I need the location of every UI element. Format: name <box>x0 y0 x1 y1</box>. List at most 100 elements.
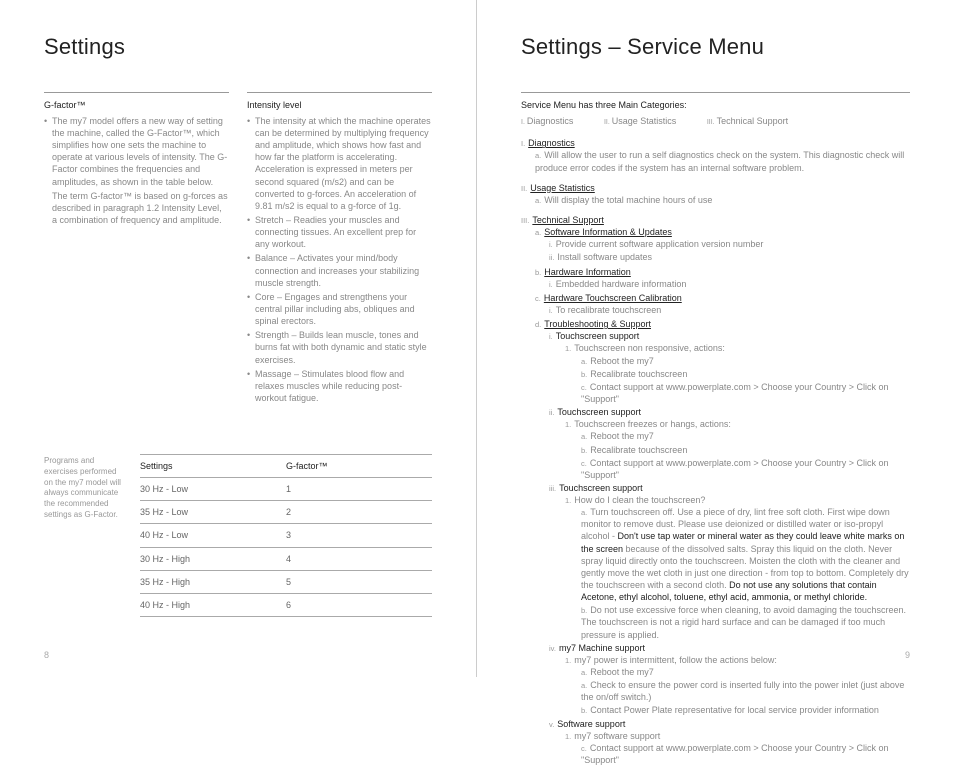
text: How do I clean the touchscreen? <box>574 495 705 505</box>
page-left: Settings G-factor™ The my7 model offers … <box>0 0 477 677</box>
sub-item: b.Hardware Information i.Embedded hardwa… <box>535 266 910 290</box>
cat-label: Diagnostics <box>527 116 574 126</box>
sub-item: ii.Install software updates <box>549 251 910 263</box>
sub-item: a.Turn touchscreen off. Use a piece of d… <box>581 506 910 603</box>
sub-item: d.Troubleshooting & Support i.Touchscree… <box>535 318 910 766</box>
text: Touchscreen support <box>557 407 641 417</box>
divider <box>521 92 910 93</box>
sub-item: b.Do not use excessive force when cleani… <box>581 604 910 640</box>
text: Embedded hardware information <box>556 279 687 289</box>
intensity-bullet: Strength – Builds lean muscle, tones and… <box>247 329 432 365</box>
sub-item: 1.Touchscreen non responsive, actions: a… <box>565 342 910 405</box>
text: Check to ensure the power cord is insert… <box>581 680 904 702</box>
cell: 4 <box>286 553 432 565</box>
categories-inline: I.Diagnostics II.Usage Statistics III.Te… <box>521 115 910 127</box>
cell: 1 <box>286 483 432 495</box>
sub-item: iii.Touchscreen support 1.How do I clean… <box>549 482 910 641</box>
outline-item: II.Usage Statistics a.Will display the t… <box>521 182 910 206</box>
text: Will display the total machine hours of … <box>544 195 712 205</box>
intensity-bullet: Core – Engages and strengthens your cent… <box>247 291 432 327</box>
gfactor-column: G-factor™ The my7 model offers a new way… <box>44 92 229 406</box>
sidenote: Programs and exercises performed on the … <box>44 454 124 617</box>
outline-label: Technical Support <box>532 215 604 225</box>
page-title: Settings – Service Menu <box>521 32 910 62</box>
text: Contact support at www.powerplate.com > … <box>581 458 889 480</box>
gfactor-heading: G-factor™ <box>44 99 229 111</box>
sub-item: c.Contact support at www.powerplate.com … <box>581 457 910 481</box>
sub-item: 1.Touchscreen freezes or hangs, actions:… <box>565 418 910 481</box>
text: Contact support at www.powerplate.com > … <box>581 382 889 404</box>
page-number: 9 <box>905 649 910 661</box>
cell: 30 Hz - High <box>140 553 286 565</box>
sub-item: v.Software support 1.my7 software suppor… <box>549 718 910 767</box>
sub-item: a.Check to ensure the power cord is inse… <box>581 679 910 703</box>
table-row: 30 Hz - Low1 <box>140 478 432 501</box>
text: Contact Power Plate representative for l… <box>590 705 879 715</box>
intensity-bullet: Stretch – Readies your muscles and conne… <box>247 214 432 250</box>
text: Will allow the user to run a self diagno… <box>535 150 904 172</box>
intensity-bullet: The intensity at which the machine opera… <box>247 115 432 212</box>
intensity-bullet: Massage – Stimulates blood flow and rela… <box>247 368 432 404</box>
cell: 40 Hz - Low <box>140 529 286 541</box>
page-right: Settings – Service Menu Service Menu has… <box>477 0 954 677</box>
text: Do not use excessive force when cleaning… <box>581 605 906 639</box>
gfactor-table-block: Programs and exercises performed on the … <box>44 454 432 617</box>
sub-item: i.Touchscreen support 1.Touchscreen non … <box>549 330 910 405</box>
table-row: 35 Hz - Low2 <box>140 501 432 524</box>
sub-item: a.Reboot the my7 <box>581 666 910 678</box>
cat-label: Technical Support <box>717 116 789 126</box>
table-header-row: Settings G-factor™ <box>140 454 432 478</box>
text: Provide current software application ver… <box>556 239 764 249</box>
sub-item: ii.Touchscreen support 1.Touchscreen fre… <box>549 406 910 481</box>
table-row: 40 Hz - Low3 <box>140 524 432 547</box>
gfactor-bullet: The my7 model offers a new way of settin… <box>44 115 229 226</box>
text: Reboot the my7 <box>590 667 654 677</box>
text: Contact support at www.powerplate.com > … <box>581 743 889 765</box>
sub-item: a.Reboot the my7 <box>581 430 910 442</box>
text: my7 power is intermittent, follow the ac… <box>574 655 777 665</box>
divider <box>44 92 229 93</box>
gfactor-bullets: The my7 model offers a new way of settin… <box>44 115 229 226</box>
sub-item: b.Contact Power Plate representative for… <box>581 704 910 716</box>
intensity-bullet: Balance – Activates your mind/body conne… <box>247 252 432 288</box>
text: Touchscreen non responsive, actions: <box>574 343 725 353</box>
cell: 35 Hz - High <box>140 576 286 588</box>
sub-item: c.Contact support at www.powerplate.com … <box>581 742 910 766</box>
intro-line: Service Menu has three Main Categories: <box>521 99 910 111</box>
text: Reboot the my7 <box>590 356 654 366</box>
bullet-text: The term G-factor™ is based on g-forces … <box>52 190 229 226</box>
sub-item: i.Embedded hardware information <box>549 278 910 290</box>
page-number: 8 <box>44 649 49 661</box>
text: To recalibrate touchscreen <box>556 305 662 315</box>
page-title: Settings <box>44 32 432 62</box>
outline: I.Diagnostics a.Will allow the user to r… <box>521 137 910 774</box>
sub-item: 1.my7 power is intermittent, follow the … <box>565 654 910 717</box>
text: Install software updates <box>557 252 652 262</box>
sub-item: b.Recalibrate touchscreen <box>581 368 910 380</box>
text: Software Information & Updates <box>544 227 672 237</box>
text: Hardware Information <box>544 267 631 277</box>
sub-item: iv.my7 Machine support 1.my7 power is in… <box>549 642 910 717</box>
sub-item: 1.my7 software support c.Contact support… <box>565 730 910 766</box>
text: Recalibrate touchscreen <box>590 369 687 379</box>
sub-item: a.Will allow the user to run a self diag… <box>535 149 910 173</box>
intensity-bullets: The intensity at which the machine opera… <box>247 115 432 404</box>
sub-item: c.Hardware Touchscreen Calibration i.To … <box>535 292 910 316</box>
cell: 5 <box>286 576 432 588</box>
text: Hardware Touchscreen Calibration <box>544 293 682 303</box>
text: my7 software support <box>574 731 660 741</box>
intensity-heading: Intensity level <box>247 99 432 111</box>
table-row: 30 Hz - High4 <box>140 548 432 571</box>
sub-item: i.To recalibrate touchscreen <box>549 304 910 316</box>
outline-item: III.Technical Support a.Software Informa… <box>521 214 910 766</box>
gfactor-table: Settings G-factor™ 30 Hz - Low1 35 Hz - … <box>140 454 432 617</box>
sub-item: a.Reboot the my7 <box>581 355 910 367</box>
table-row: 40 Hz - High6 <box>140 594 432 617</box>
cat-label: Usage Statistics <box>612 116 677 126</box>
text: Touchscreen freezes or hangs, actions: <box>574 419 731 429</box>
sub-item: 1.How do I clean the touchscreen? a.Turn… <box>565 494 910 641</box>
divider <box>247 92 432 93</box>
text: my7 Machine support <box>559 643 645 653</box>
outline-item: I.Diagnostics a.Will allow the user to r… <box>521 137 910 173</box>
table-header: Settings <box>140 460 286 472</box>
